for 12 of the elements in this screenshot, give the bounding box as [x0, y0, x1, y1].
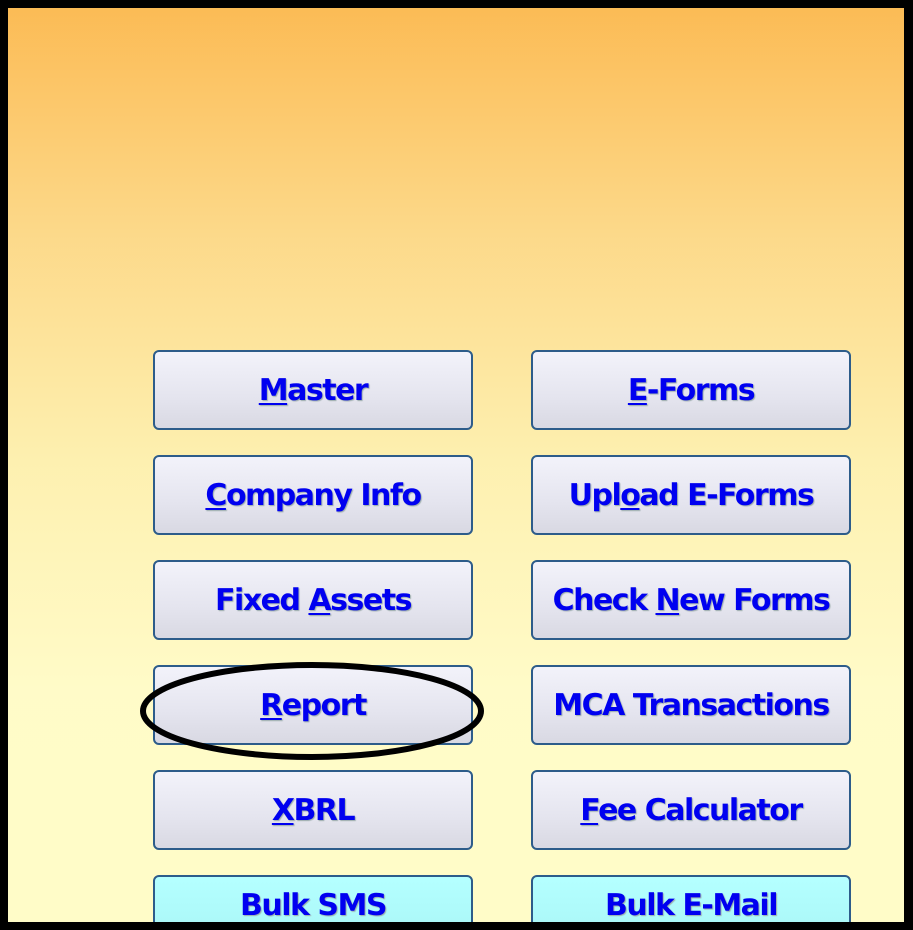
menu-button[interactable]: Bulk SMS — [153, 875, 473, 922]
menu-button[interactable]: XBRL — [153, 770, 473, 850]
menu-button[interactable]: Fee Calculator — [531, 770, 851, 850]
menu-button[interactable]: Upload E-Forms — [531, 455, 851, 535]
menu-button[interactable]: MCA Transactions — [531, 665, 851, 745]
menu-button[interactable]: Company Info — [153, 455, 473, 535]
menu-button[interactable]: Report — [153, 665, 473, 745]
menu-button[interactable]: Check New Forms — [531, 560, 851, 640]
menu-button[interactable]: E-Forms — [531, 350, 851, 430]
menu-button[interactable]: Master — [153, 350, 473, 430]
menu-button[interactable]: Bulk E-Mail — [531, 875, 851, 922]
menu-button[interactable]: Fixed Assets — [153, 560, 473, 640]
